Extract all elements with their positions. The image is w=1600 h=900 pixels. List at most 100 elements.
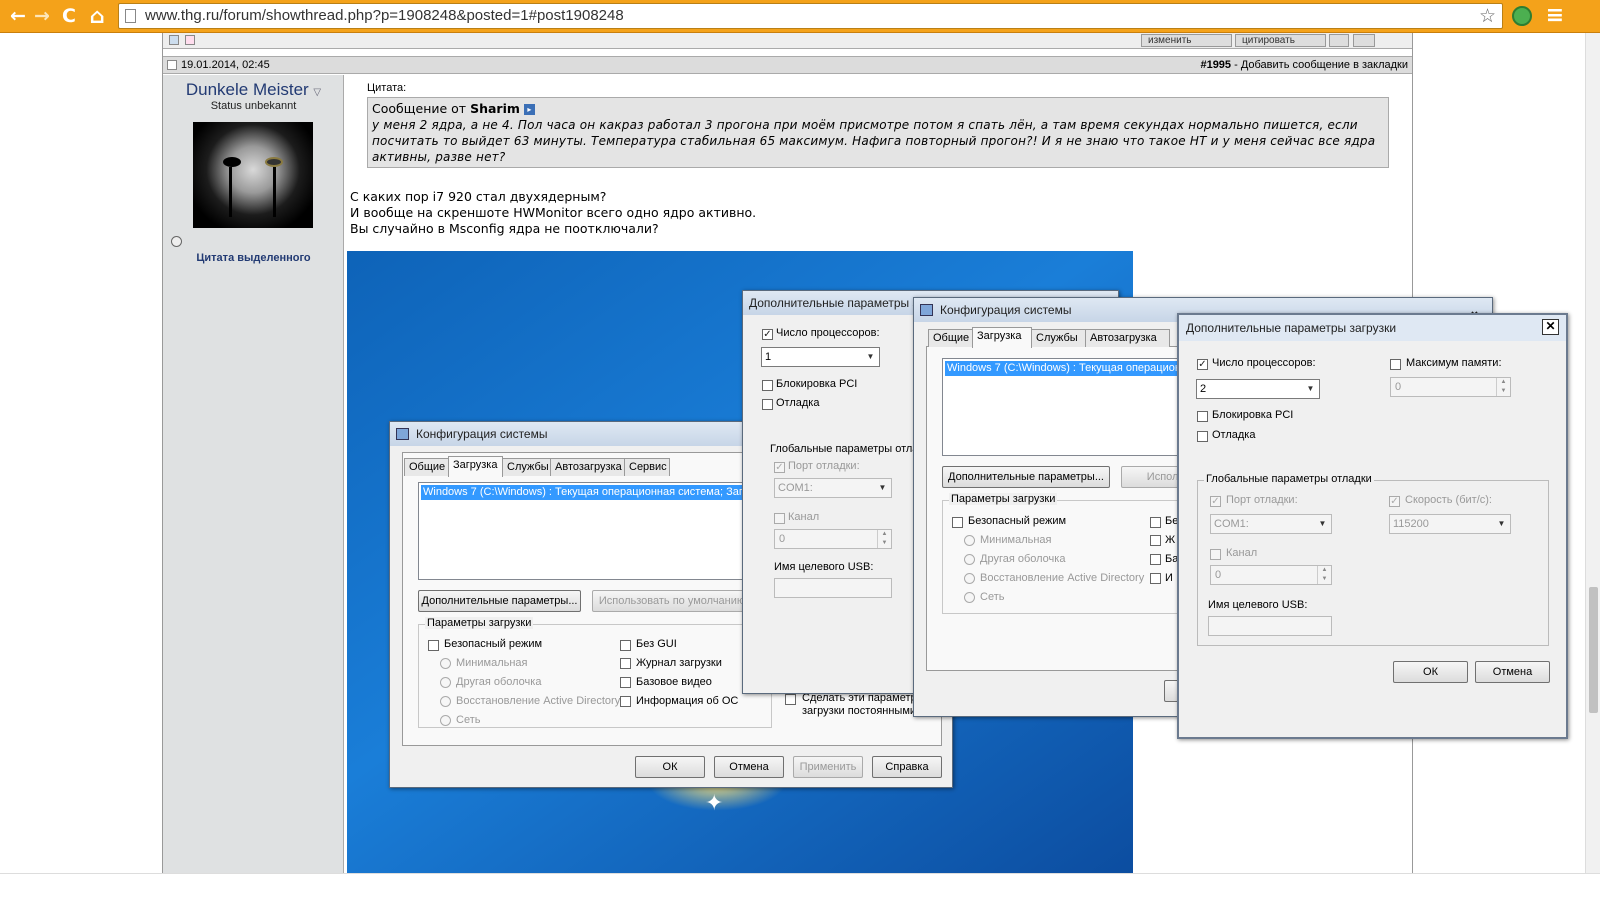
network-radio[interactable] (964, 592, 975, 603)
home-button[interactable]: ⌂ (85, 3, 109, 29)
base-video-checkbox[interactable] (1150, 554, 1161, 565)
os-info-checkbox[interactable] (620, 696, 631, 707)
boot-log-checkbox[interactable] (620, 658, 631, 669)
channel-label: Канал (1226, 547, 1258, 559)
close-icon[interactable]: ✕ (1542, 319, 1559, 335)
tab-tools[interactable]: Сервис (624, 458, 670, 476)
tab-services[interactable]: Службы (1031, 329, 1086, 347)
quote-selected-link[interactable]: Цитата выделенного (163, 252, 344, 264)
advanced-options-button[interactable]: Дополнительные параметры... (418, 590, 581, 612)
os-list-item[interactable]: Windows 7 (C:\Windows) : Текущая операци… (945, 361, 1190, 376)
processors-combo[interactable]: 2 ▼ (1196, 379, 1320, 399)
pci-lock-checkbox[interactable] (762, 380, 773, 391)
forward-button[interactable]: → (30, 3, 54, 29)
debug-checkbox[interactable] (762, 399, 773, 410)
set-default-button[interactable]: Использовать по умолчанию (592, 590, 752, 612)
advanced-options-button[interactable]: Дополнительные параметры... (942, 466, 1110, 488)
debug-port-combo[interactable]: COM1: ▼ (1210, 514, 1332, 534)
page-scrollbar[interactable] (1585, 33, 1600, 873)
username[interactable]: Dunkele Meister ▽ (163, 80, 344, 100)
usb-target-label: Имя целевого USB: (1208, 599, 1308, 611)
tab-startup[interactable]: Автозагрузка (1085, 329, 1170, 347)
minimal-radio[interactable] (440, 658, 451, 669)
cancel-button[interactable]: Отмена (1475, 661, 1550, 683)
ad-repair-radio[interactable] (440, 696, 451, 707)
os-list-item[interactable]: Windows 7 (C:\Windows) : Текущая операци… (421, 485, 757, 500)
num-processors-checkbox[interactable]: ✓ (762, 329, 773, 340)
pci-lock-checkbox[interactable] (1197, 411, 1208, 422)
multiquote-icon[interactable] (1329, 34, 1349, 47)
ad-repair-label: Восстановление Active Directory (980, 572, 1145, 584)
address-bar[interactable]: www.thg.ru/forum/showthread.php?p=190824… (118, 3, 1503, 29)
msconfig-icon (396, 428, 409, 440)
back-button[interactable]: ← (6, 3, 30, 29)
global-debug-label: Глобальные параметры отла (770, 443, 919, 455)
os-info-label: И (1165, 572, 1173, 584)
debug-checkbox[interactable] (1197, 431, 1208, 442)
max-memory-checkbox[interactable] (1390, 359, 1401, 370)
ad-repair-label: Восстановление Active Directory (456, 695, 621, 707)
usb-target-label: Имя целевого USB: (774, 561, 874, 573)
no-gui-checkbox[interactable] (1150, 517, 1161, 528)
base-video-checkbox[interactable] (620, 677, 631, 688)
baud-rate-checkbox[interactable]: ✓ (1389, 496, 1400, 507)
extension-icon[interactable] (1512, 6, 1532, 26)
help-button[interactable]: Справка (872, 756, 942, 778)
safe-boot-checkbox[interactable] (428, 640, 439, 651)
reply-line: Вы случайно в Msconfig ядра не поотключа… (350, 221, 659, 236)
tab-boot[interactable]: Загрузка (972, 327, 1032, 348)
network-radio[interactable] (440, 715, 451, 726)
max-memory-spinner[interactable]: 0 ▲ ▼ (1390, 377, 1511, 397)
ok-button[interactable]: ОК (635, 756, 705, 778)
tab-boot[interactable]: Загрузка (448, 456, 503, 477)
tab-general[interactable]: Общие (928, 329, 973, 347)
quote-button[interactable]: цитировать (1235, 34, 1326, 47)
scrollbar-thumb[interactable] (1589, 587, 1598, 713)
avatar-tear-right (273, 167, 276, 217)
processors-combo[interactable]: 1 ▼ (761, 347, 880, 367)
post-tool-icon[interactable] (169, 35, 179, 45)
apply-button[interactable]: Применить (793, 756, 863, 778)
url-text: www.thg.ru/forum/showthread.php?p=190824… (145, 7, 624, 24)
avatar-eye-left (223, 157, 241, 167)
offline-status-icon (171, 236, 182, 247)
user-menu-arrow-icon[interactable]: ▽ (313, 87, 321, 98)
cancel-button[interactable]: Отмена (714, 756, 784, 778)
reload-button[interactable]: C (57, 3, 81, 29)
browser-toolbar: ← → C ⌂ www.thg.ru/forum/showthread.php?… (0, 0, 1600, 33)
bookmark-star-icon[interactable]: ☆ (1479, 5, 1496, 27)
boot-log-checkbox[interactable] (1150, 535, 1161, 546)
debug-port-checkbox[interactable]: ✓ (1210, 496, 1221, 507)
avatar[interactable] (193, 122, 313, 228)
ok-button[interactable]: ОК (1393, 661, 1468, 683)
usb-target-input[interactable] (1208, 616, 1332, 636)
make-permanent-checkbox[interactable] (785, 694, 796, 705)
edit-button[interactable]: изменить (1141, 34, 1232, 47)
channel-checkbox[interactable] (774, 513, 785, 524)
bookmark-link[interactable]: - Добавить сообщение в закладки (1231, 59, 1408, 71)
alt-shell-radio[interactable] (440, 677, 451, 688)
alt-shell-radio[interactable] (964, 554, 975, 565)
ad-repair-radio[interactable] (964, 573, 975, 584)
usb-target-input[interactable] (774, 578, 892, 598)
report-icon[interactable] (185, 35, 195, 45)
debug-port-checkbox[interactable]: ✓ (774, 462, 785, 473)
tab-startup[interactable]: Автозагрузка (550, 458, 625, 476)
menu-icon[interactable]: ≡ (1543, 3, 1567, 29)
tab-services[interactable]: Службы (502, 458, 551, 476)
tab-general[interactable]: Общие (404, 458, 449, 476)
minimal-radio[interactable] (964, 535, 975, 546)
safe-boot-checkbox[interactable] (952, 517, 963, 528)
baud-rate-combo[interactable]: 115200 ▼ (1389, 514, 1511, 534)
num-processors-checkbox[interactable]: ✓ (1197, 359, 1208, 370)
post-number[interactable]: #1995 (1200, 59, 1231, 71)
no-gui-checkbox[interactable] (620, 640, 631, 651)
channel-spinner[interactable]: 0 ▲ ▼ (774, 529, 892, 549)
view-post-icon[interactable]: ▸ (523, 104, 535, 115)
quick-reply-icon[interactable] (1353, 34, 1375, 47)
channel-checkbox[interactable] (1210, 549, 1221, 560)
debug-port-combo[interactable]: COM1: ▼ (774, 478, 892, 498)
quote-author[interactable]: Sharim (470, 101, 520, 116)
channel-spinner[interactable]: 0 ▲ ▼ (1210, 565, 1332, 585)
os-info-checkbox[interactable] (1150, 573, 1161, 584)
